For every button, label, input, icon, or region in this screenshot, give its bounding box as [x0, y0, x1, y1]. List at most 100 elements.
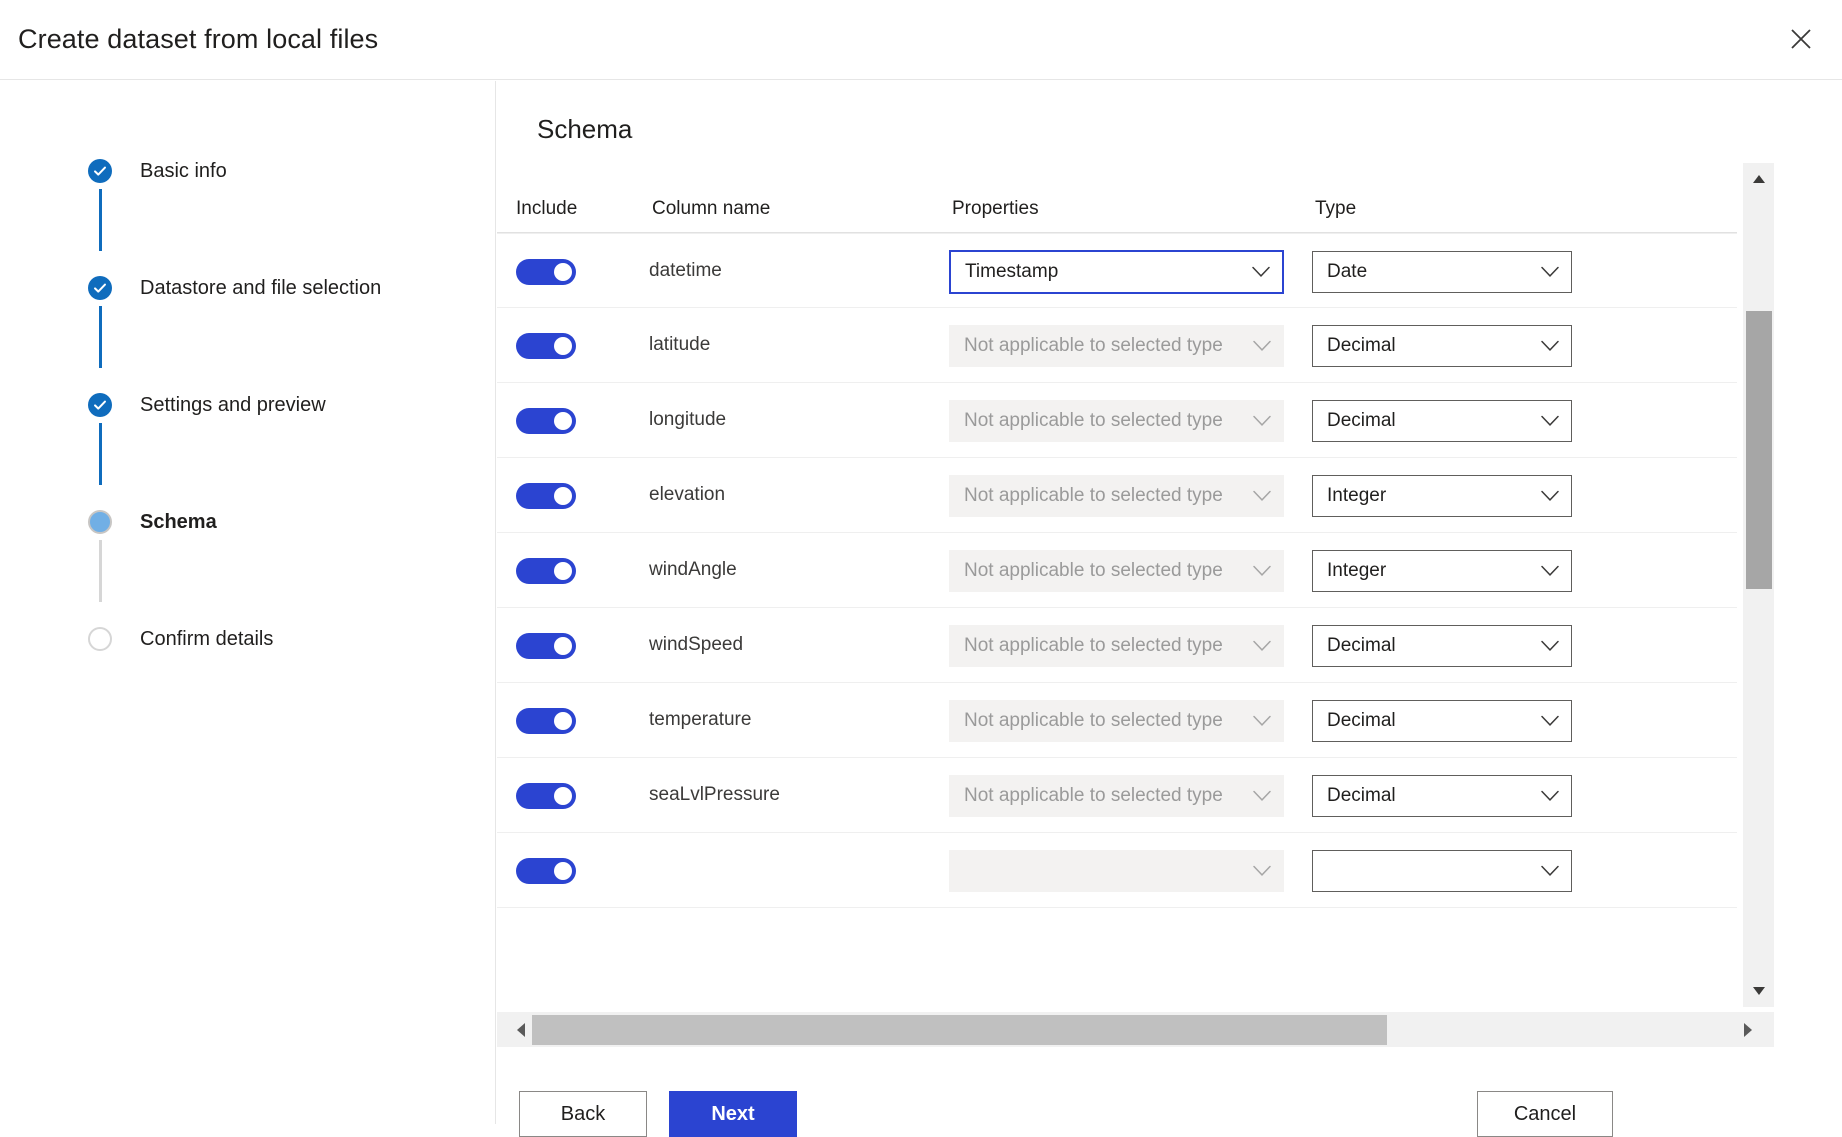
toggle-knob [554, 637, 572, 655]
include-toggle[interactable] [516, 708, 576, 734]
chevron-down-icon [1541, 416, 1559, 427]
sidebar-step-settings-and-preview[interactable]: Settings and preview [88, 385, 488, 502]
sidebar-step-label: Basic info [140, 160, 227, 183]
chevron-down-icon [1253, 566, 1271, 577]
horizontal-scrollbar[interactable] [497, 1011, 1774, 1047]
vertical-scrollbar-thumb[interactable] [1746, 311, 1772, 589]
properties-dropdown: Not applicable to selected type [949, 325, 1284, 367]
type-dropdown[interactable]: Decimal [1312, 700, 1572, 742]
sidebar-step-label: Settings and preview [140, 394, 326, 417]
page-title: Schema [537, 114, 632, 145]
type-dropdown-value: Decimal [1327, 710, 1396, 732]
toggle-knob [554, 712, 572, 730]
wizard-rail: Basic info Datastore and file selection … [0, 81, 496, 1124]
type-dropdown[interactable]: Decimal [1312, 325, 1572, 367]
type-dropdown-value: Decimal [1327, 635, 1396, 657]
table-row: elevationNot applicable to selected type… [497, 458, 1737, 533]
include-toggle[interactable] [516, 783, 576, 809]
include-toggle[interactable] [516, 259, 576, 285]
column-name-cell: seaLvlPressure [649, 784, 780, 806]
table-row: windAngleNot applicable to selected type… [497, 533, 1737, 608]
sidebar-step-basic-info[interactable]: Basic info [88, 151, 488, 268]
include-toggle[interactable] [516, 408, 576, 434]
table-row: seaLvlPressure Not applicable to selected… [497, 758, 1737, 833]
sidebar-step-schema[interactable]: Schema [88, 502, 488, 619]
close-glyph [1788, 26, 1814, 52]
toggle-knob [554, 263, 572, 281]
table-row: latitude Not applicable to selected type D… [497, 308, 1737, 383]
type-dropdown-value: Date [1327, 261, 1367, 283]
wizard-step-list: Basic info Datastore and file selection … [88, 151, 488, 679]
include-toggle[interactable] [516, 483, 576, 509]
type-dropdown-value: Decimal [1327, 335, 1396, 357]
include-toggle[interactable] [516, 858, 576, 884]
properties-dropdown-value: Not applicable to selected type [964, 785, 1223, 807]
type-dropdown[interactable]: Decimal [1312, 625, 1572, 667]
sidebar-step-label: Confirm details [140, 628, 273, 651]
column-header-type: Type [1315, 198, 1356, 220]
include-toggle[interactable] [516, 558, 576, 584]
type-dropdown-value: Integer [1327, 485, 1386, 507]
chevron-down-icon [1541, 267, 1559, 278]
chevron-down-icon [1541, 566, 1559, 577]
back-button[interactable]: Back [519, 1091, 647, 1137]
close-icon[interactable] [1776, 14, 1826, 64]
table-row [497, 833, 1737, 908]
chevron-down-icon [1541, 866, 1559, 877]
column-name-cell: latitude [649, 334, 710, 356]
type-dropdown[interactable]: Decimal [1312, 775, 1572, 817]
step-connector [99, 189, 102, 251]
vertical-scrollbar[interactable] [1742, 163, 1774, 1007]
type-dropdown[interactable]: Integer [1312, 550, 1572, 592]
type-dropdown[interactable]: Decimal [1312, 400, 1572, 442]
properties-dropdown[interactable]: Timestamp [949, 250, 1284, 294]
type-dropdown[interactable] [1312, 850, 1572, 892]
horizontal-scrollbar-thumb[interactable] [532, 1015, 1387, 1045]
include-toggle[interactable] [516, 333, 576, 359]
step-check-icon [88, 159, 112, 183]
type-dropdown[interactable]: Integer [1312, 475, 1572, 517]
properties-dropdown-value: Not applicable to selected type [964, 410, 1223, 432]
column-name-cell: temperature [649, 709, 751, 731]
column-name-cell: windAngle [649, 559, 737, 581]
sidebar-step-datastore-and-file-selection[interactable]: Datastore and file selection [88, 268, 488, 385]
sidebar-step-confirm-details[interactable]: Confirm details [88, 619, 488, 679]
column-header-column-name: Column name [652, 198, 770, 220]
step-current-icon [88, 510, 112, 534]
toggle-knob [554, 562, 572, 580]
properties-dropdown-value: Not applicable to selected type [964, 710, 1223, 732]
type-dropdown-value: Decimal [1327, 410, 1396, 432]
schema-grid-body: datetime Timestamp Date latitude Not applica… [497, 233, 1737, 1057]
column-header-include: Include [516, 198, 577, 220]
table-row: longitude Not applicable to selected type… [497, 383, 1737, 458]
column-name-cell: windSpeed [649, 634, 743, 656]
type-dropdown-value: Decimal [1327, 785, 1396, 807]
column-name-cell: datetime [649, 260, 722, 282]
type-dropdown[interactable]: Date [1312, 251, 1572, 293]
properties-dropdown-value: Timestamp [965, 261, 1058, 283]
main-panel: Schema Include Column name Properties Ty… [497, 81, 1842, 1124]
dialog-footer: Back Next Cancel [497, 1071, 1842, 1124]
toggle-knob [554, 862, 572, 880]
chevron-down-icon [1253, 416, 1271, 427]
step-connector [99, 423, 102, 485]
chevron-down-icon [1541, 491, 1559, 502]
properties-dropdown: Not applicable to selected type [949, 700, 1284, 742]
toggle-knob [554, 337, 572, 355]
chevron-down-icon [1541, 791, 1559, 802]
step-check-icon [88, 276, 112, 300]
chevron-down-icon [1253, 641, 1271, 652]
properties-dropdown-value: Not applicable to selected type [964, 635, 1223, 657]
column-name-cell: elevation [649, 484, 725, 506]
table-row: windSpeed Not applicable to selected type… [497, 608, 1737, 683]
next-button[interactable]: Next [669, 1091, 797, 1137]
column-header-properties: Properties [952, 198, 1039, 220]
column-name-cell: longitude [649, 409, 726, 431]
triangle-right-icon[interactable] [1732, 1012, 1764, 1048]
triangle-up-icon[interactable] [1743, 163, 1775, 195]
triangle-down-icon[interactable] [1743, 975, 1775, 1007]
cancel-button[interactable]: Cancel [1477, 1091, 1613, 1137]
schema-grid: Include Column name Properties Type date… [497, 161, 1737, 1057]
step-pending-icon [88, 627, 112, 651]
include-toggle[interactable] [516, 633, 576, 659]
